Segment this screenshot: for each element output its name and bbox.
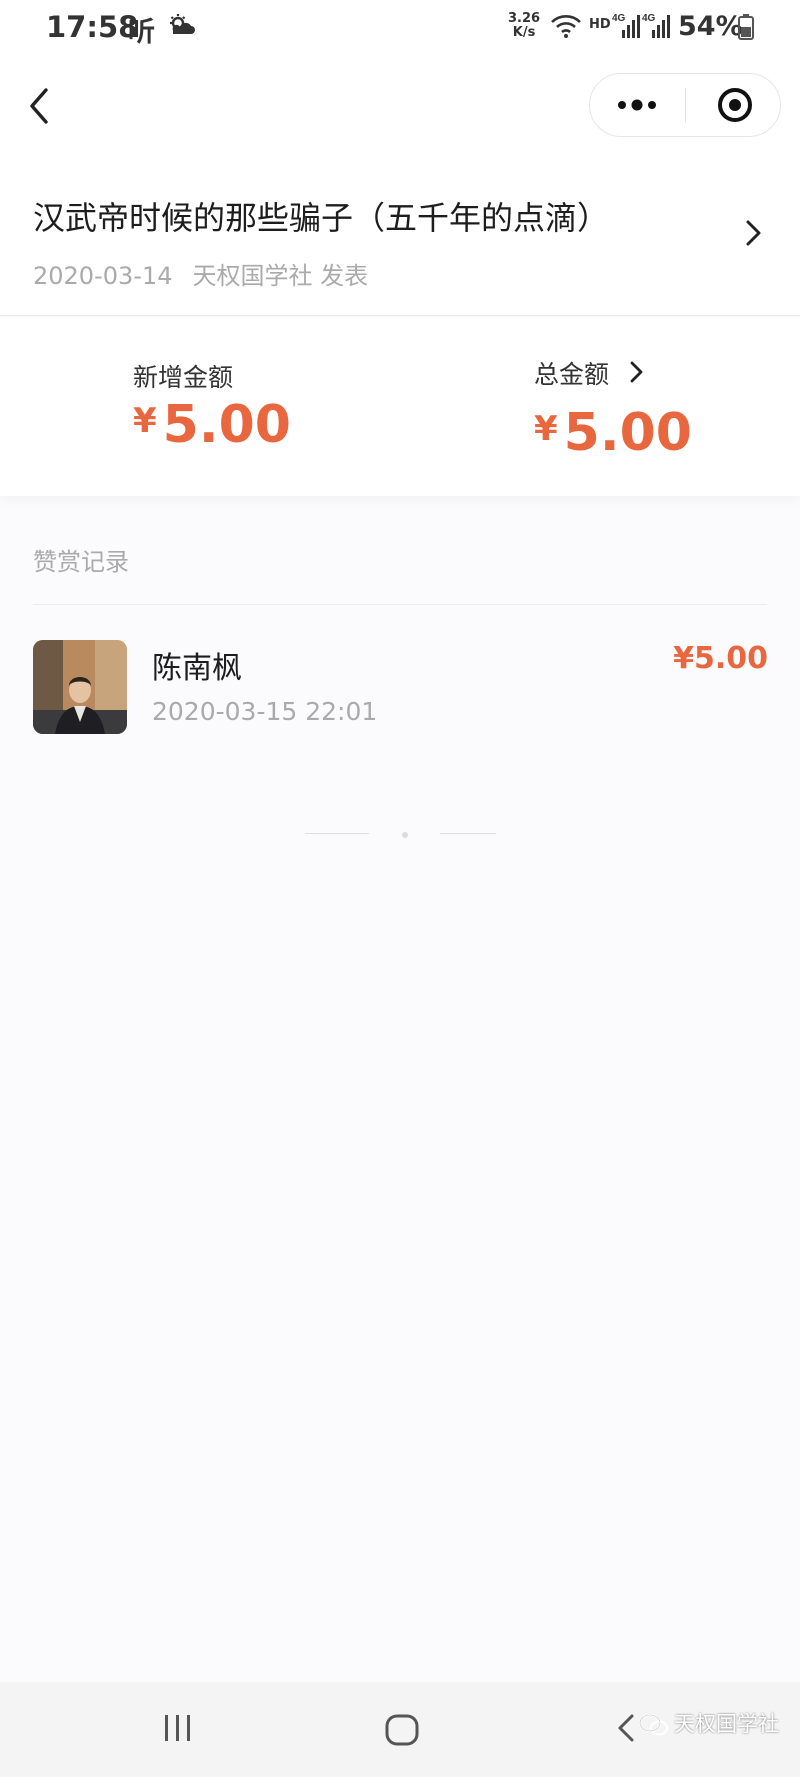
- article-date: 2020-03-14: [33, 262, 173, 290]
- new-amount-label: 新增金额: [133, 363, 234, 392]
- wifi-icon: [551, 15, 581, 38]
- back-button[interactable]: [22, 84, 62, 128]
- total-amount-label[interactable]: 总金额: [534, 355, 609, 391]
- end-of-list-line: [305, 833, 369, 834]
- avatar[interactable]: [33, 640, 127, 734]
- avatar-photo: [33, 640, 127, 734]
- more-dots-icon: [618, 99, 656, 111]
- more-button[interactable]: [600, 80, 674, 130]
- status-ting-label: 听: [128, 17, 155, 48]
- hd-label: HD: [589, 17, 611, 32]
- end-of-list-dot: [402, 832, 408, 838]
- signal-icon: 4G: [612, 13, 640, 38]
- record-timestamp: 2020-03-15 22:01: [152, 697, 378, 726]
- chevron-right-icon[interactable]: [742, 218, 766, 248]
- home-icon: [385, 1714, 419, 1746]
- back-chevron-icon: [30, 88, 48, 124]
- record-amount: ¥5.00: [673, 641, 768, 676]
- record-donor-name: 陈南枫: [152, 651, 242, 686]
- status-time: 17:58: [46, 10, 139, 44]
- total-amount-number: 5.00: [563, 403, 692, 463]
- weather-sun-cloud-icon: [170, 14, 195, 34]
- new-amount-number: 5.00: [162, 395, 291, 455]
- target-circle-icon: [718, 88, 752, 122]
- signal-2-label: 4G: [642, 13, 656, 24]
- net-speed-indicator: 3.26 K/s: [508, 12, 540, 40]
- net-speed-value: 3.26: [508, 11, 541, 26]
- battery-icon: [738, 14, 754, 40]
- battery-percentage: 54%: [678, 11, 743, 42]
- signal-1-label: 4G: [612, 13, 626, 24]
- recents-icon: [165, 1715, 190, 1741]
- net-speed-unit: K/s: [512, 25, 536, 40]
- new-amount-value: ¥5.00: [133, 395, 291, 455]
- total-amount-value: ¥5.00: [534, 403, 692, 463]
- end-of-list-line: [440, 833, 496, 834]
- article-meta: 2020-03-14 天权国学社 发表: [33, 256, 368, 291]
- capsule-divider: [685, 88, 686, 122]
- article-publisher: 天权国学社 发表: [192, 262, 369, 290]
- close-mini-program-button[interactable]: [700, 80, 770, 130]
- divider: [33, 604, 767, 605]
- new-amount-currency: ¥: [133, 401, 157, 441]
- records-section-title: 赞赏记录: [33, 548, 129, 576]
- watermark-text: 天权国学社: [674, 1712, 779, 1736]
- wechat-logo-icon: [639, 1714, 668, 1736]
- home-button[interactable]: [382, 1710, 422, 1750]
- chevron-right-icon[interactable]: [628, 360, 646, 384]
- article-title: 汉武帝时候的那些骗子（五千年的点滴）: [33, 199, 610, 237]
- recents-button[interactable]: [160, 1710, 196, 1746]
- total-amount-currency: ¥: [534, 409, 558, 449]
- signal-icon: 4G: [642, 13, 670, 38]
